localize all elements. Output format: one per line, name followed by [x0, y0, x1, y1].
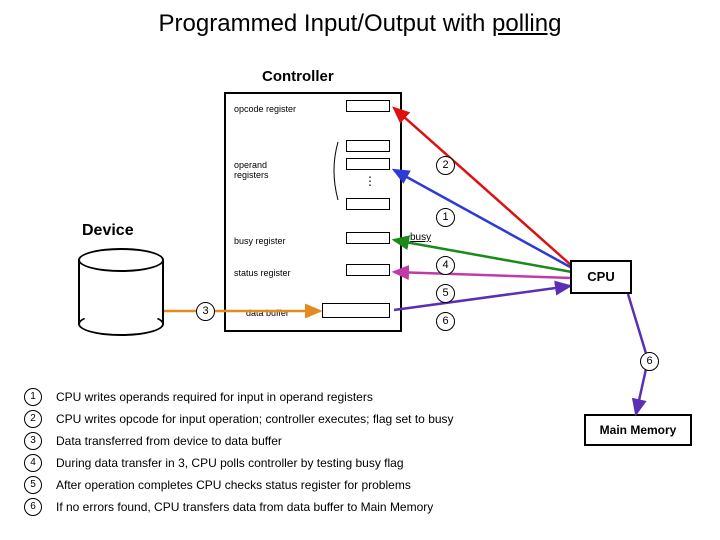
memory-box: Main Memory — [584, 414, 692, 446]
controller-box — [224, 92, 402, 332]
step-5: 5 After operation completes CPU checks s… — [24, 476, 584, 494]
operand-label: operand registers — [234, 160, 269, 180]
opcode-label: opcode register — [234, 104, 296, 114]
device-label: Device — [82, 222, 134, 240]
operand-reg-2 — [346, 158, 390, 170]
step-6: 6 If no errors found, CPU transfers data… — [24, 498, 584, 516]
busy-flag: busy — [410, 232, 431, 243]
page-title: Programmed Input/Output with polling — [0, 0, 720, 44]
operand-reg-1 — [346, 140, 390, 152]
status-label: status register — [234, 268, 291, 278]
ellipsis-icon: ⋮ — [364, 174, 378, 188]
badge-1: 1 — [436, 208, 455, 227]
badge-2: 2 — [436, 156, 455, 175]
device-cyl-bot — [78, 312, 164, 336]
busy-label: busy register — [234, 236, 286, 246]
databuf-label: data buffer — [246, 308, 289, 318]
busy-register — [346, 232, 390, 244]
badge-6b: 6 — [640, 352, 659, 371]
step-4: 4 During data transfer in 3, CPU polls c… — [24, 454, 584, 472]
operand-reg-n — [346, 198, 390, 210]
step-3: 3 Data transferred from device to data b… — [24, 432, 584, 450]
device-cyl-top — [78, 248, 164, 272]
badge-3: 3 — [196, 302, 215, 321]
opcode-register — [346, 100, 390, 112]
badge-4: 4 — [436, 256, 455, 275]
status-register — [346, 264, 390, 276]
controller-label: Controller — [262, 68, 334, 85]
steps-list: 1 CPU writes operands required for input… — [24, 388, 584, 520]
data-buffer — [322, 303, 390, 318]
step-1: 1 CPU writes operands required for input… — [24, 388, 584, 406]
badge-6a: 6 — [436, 312, 455, 331]
badge-5: 5 — [436, 284, 455, 303]
step-2: 2 CPU writes opcode for input operation;… — [24, 410, 584, 428]
cpu-box: CPU — [570, 260, 632, 294]
